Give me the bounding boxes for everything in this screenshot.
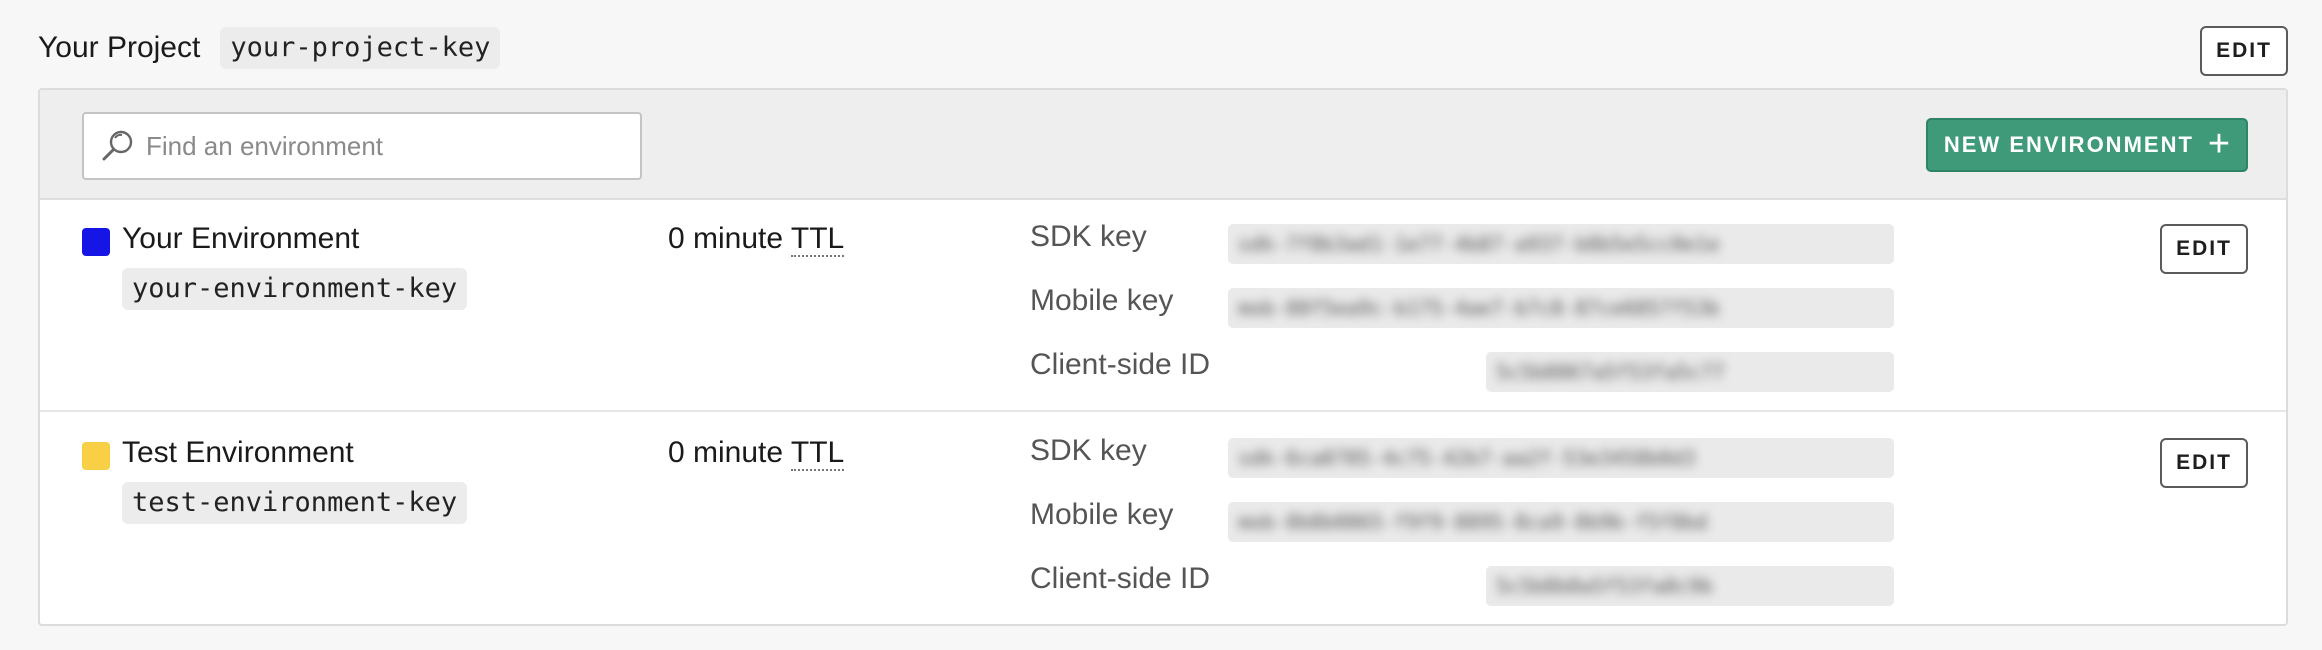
project-name: Your Project <box>38 31 201 64</box>
edit-project-button[interactable]: EDIT <box>2200 26 2288 76</box>
edit-environment-button[interactable]: EDIT <box>2160 438 2248 488</box>
client-side-id-value[interactable]: 5c5b8b8a5f53fa8c9b <box>1486 566 1894 606</box>
mobile-key-label: Mobile key <box>1030 498 1174 531</box>
environment-key: test-environment-key <box>122 482 468 524</box>
sdk-key-label: SDK key <box>1030 220 1147 253</box>
environments-toolbar: NEW ENVIRONMENT + <box>40 90 2286 200</box>
new-environment-button[interactable]: NEW ENVIRONMENT + <box>1926 118 2248 172</box>
environment-row: Your Environment your-environment-key 0 … <box>40 200 2286 412</box>
client-side-id-value[interactable]: 5c5b8867a5f53fa5c77 <box>1486 352 1894 392</box>
environment-color-swatch <box>82 228 110 256</box>
mobile-key-value[interactable]: mob-8b8b0865-f9f9-8895-8ca9-8b9b-f5f8bd <box>1228 502 1894 542</box>
search-icon <box>102 130 133 161</box>
mobile-key-label: Mobile key <box>1030 284 1174 317</box>
search-box[interactable] <box>82 112 642 180</box>
edit-environment-button[interactable]: EDIT <box>2160 224 2248 274</box>
environment-row: Test Environment test-environment-key 0 … <box>40 414 2286 624</box>
ttl-value: 0 minute <box>668 436 784 469</box>
project-key: your-project-key <box>220 27 501 69</box>
environment-key: your-environment-key <box>122 268 468 310</box>
ttl-abbr: TTL <box>790 436 845 471</box>
ttl-abbr: TTL <box>790 222 845 257</box>
ttl-value: 0 minute <box>668 222 784 255</box>
client-side-id-label: Client-side ID <box>1030 348 1211 381</box>
plus-icon: + <box>2207 122 2231 165</box>
mobile-key-value[interactable]: mob-88f5ea9c-b175-4ae7-b7c8-87ce6857f53b <box>1228 288 1894 328</box>
environment-ttl: 0 minute TTL <box>668 436 845 471</box>
environments-panel: NEW ENVIRONMENT + Your Environment your-… <box>38 88 2288 626</box>
sdk-key-value[interactable]: sdk-6ca8785-4c75-42b7-aa2f-53e3458b0d3 <box>1228 438 1894 478</box>
sdk-key-label: SDK key <box>1030 434 1147 467</box>
sdk-key-value[interactable]: sdk-7f8b3ad1-1e77-4b87-a937-b8b5e5cc0e1e <box>1228 224 1894 264</box>
environment-name: Your Environment <box>122 222 360 255</box>
project-header: Your Project your-project-key <box>38 26 501 70</box>
environment-name: Test Environment <box>122 436 354 469</box>
search-input[interactable] <box>146 130 626 162</box>
new-environment-label: NEW ENVIRONMENT <box>1943 132 2194 157</box>
environment-ttl: 0 minute TTL <box>668 222 845 257</box>
client-side-id-label: Client-side ID <box>1030 562 1211 595</box>
environment-color-swatch <box>82 442 110 470</box>
